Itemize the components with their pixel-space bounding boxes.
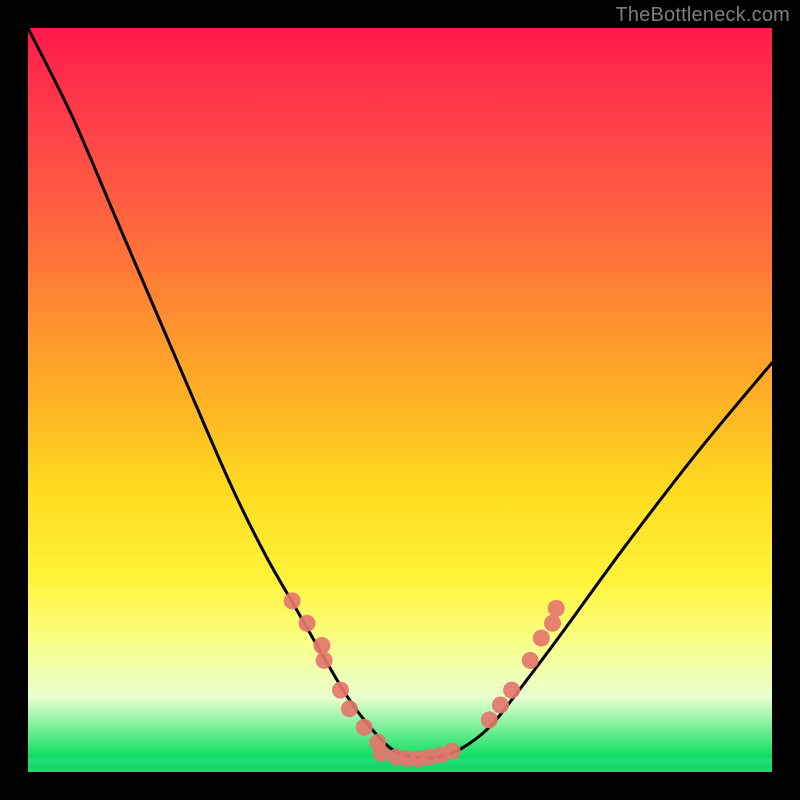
sample-point <box>492 697 509 714</box>
sample-point <box>313 637 330 654</box>
chart-frame: TheBottleneck.com <box>0 0 800 800</box>
sample-point <box>544 615 561 632</box>
watermark-text: TheBottleneck.com <box>615 4 790 27</box>
sample-point <box>444 743 461 760</box>
sample-point <box>284 592 301 609</box>
sample-point <box>548 600 565 617</box>
sample-point <box>356 719 373 736</box>
bottleneck-curve <box>28 28 772 758</box>
sample-point <box>481 711 498 728</box>
sample-point <box>341 700 358 717</box>
sample-point <box>373 745 390 762</box>
sample-point <box>533 630 550 647</box>
curve-layer <box>28 28 772 772</box>
plot-area <box>28 28 772 772</box>
sample-points-group <box>284 592 565 767</box>
sample-point <box>316 652 333 669</box>
sample-point <box>522 652 539 669</box>
sample-point <box>503 682 520 699</box>
sample-point <box>332 682 349 699</box>
sample-point <box>299 615 316 632</box>
